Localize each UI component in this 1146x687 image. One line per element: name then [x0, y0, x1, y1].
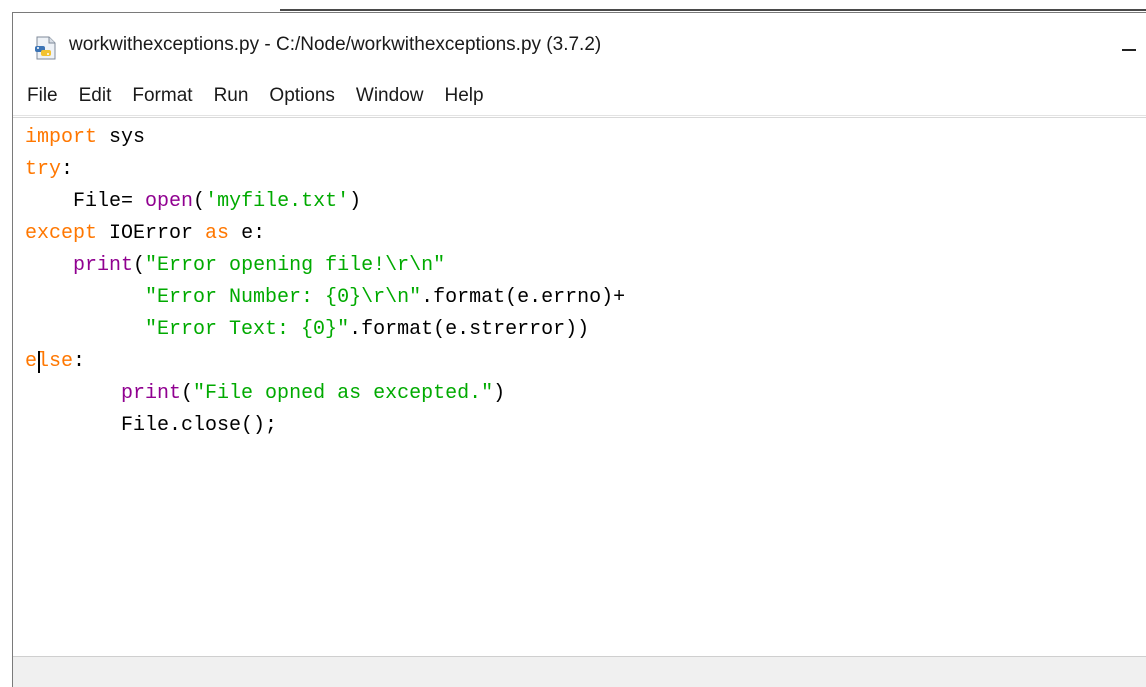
- idle-editor-window: workwithexceptions.py - C:/Node/workwith…: [12, 12, 1146, 687]
- text-cursor: [38, 351, 40, 373]
- code-token: print: [73, 254, 134, 277]
- code-line: import sys: [25, 122, 145, 154]
- screen: workwithexceptions.py - C:/Node/workwith…: [0, 0, 1146, 687]
- code-token: import: [25, 126, 98, 149]
- code-token: :: [61, 158, 74, 181]
- code-token: (: [193, 190, 206, 213]
- menu-help[interactable]: Help: [434, 85, 494, 107]
- code-token: 'myfile.txt': [205, 190, 350, 213]
- code-token: ): [493, 382, 506, 405]
- window-title: workwithexceptions.py - C:/Node/workwith…: [69, 34, 602, 55]
- menu-file[interactable]: File: [17, 85, 69, 107]
- code-token: "File opned as excepted.": [193, 382, 494, 405]
- code-token: "Error Number: {0}\r\n": [145, 286, 422, 309]
- code-token: as: [205, 222, 230, 245]
- menu-run[interactable]: Run: [204, 85, 260, 107]
- code-token: else: [25, 350, 74, 373]
- menu-bar: File Edit Format Run Options Window Help: [13, 79, 1146, 113]
- menu-divider: [13, 115, 1146, 116]
- menu-options[interactable]: Options: [259, 85, 345, 107]
- code-token: e:: [229, 222, 266, 245]
- code-token: "Error opening file!\r\n": [145, 254, 446, 277]
- code-line: "Error Number: {0}\r\n".format(e.errno)+: [25, 282, 625, 314]
- menu-window[interactable]: Window: [346, 85, 435, 107]
- code-token: ): [349, 190, 362, 213]
- status-bar: [13, 656, 1146, 687]
- code-token: IOError: [97, 222, 206, 245]
- code-token: File.close();: [25, 414, 278, 437]
- code-token: print: [121, 382, 182, 405]
- code-token: .format(e.errno)+: [421, 286, 626, 309]
- code-line: else:: [25, 346, 85, 378]
- code-token: sys: [97, 126, 146, 149]
- code-token: try: [25, 158, 62, 181]
- code-token: except: [25, 222, 98, 245]
- code-token: (: [181, 382, 194, 405]
- code-line: try:: [25, 154, 73, 186]
- code-token: "Error Text: {0}": [145, 318, 350, 341]
- menu-format[interactable]: Format: [122, 85, 203, 107]
- code-line: File= open('myfile.txt'): [25, 186, 361, 218]
- code-line: print("File opned as excepted."): [25, 378, 505, 410]
- title-bar[interactable]: workwithexceptions.py - C:/Node/workwith…: [13, 13, 1146, 71]
- code-line: print("Error opening file!\r\n": [25, 250, 445, 282]
- menu-edit[interactable]: Edit: [69, 85, 123, 107]
- code-line: File.close();: [25, 410, 277, 442]
- minimize-icon[interactable]: [1109, 27, 1146, 67]
- code-token: (: [133, 254, 146, 277]
- code-token: File=: [25, 190, 146, 213]
- code-editor[interactable]: import sys try: File= open('myfile.txt') e…: [13, 117, 1146, 655]
- code-token: :: [73, 350, 86, 373]
- code-token: open: [145, 190, 194, 213]
- python-idle-file-icon: [35, 36, 56, 60]
- code-line: "Error Text: {0}".format(e.strerror)): [25, 314, 589, 346]
- code-line: except IOError as e:: [25, 218, 265, 250]
- code-token: .format(e.strerror)): [349, 318, 590, 341]
- desktop-top-strip: [0, 0, 1146, 12]
- background-window-edge: [280, 0, 1146, 12]
